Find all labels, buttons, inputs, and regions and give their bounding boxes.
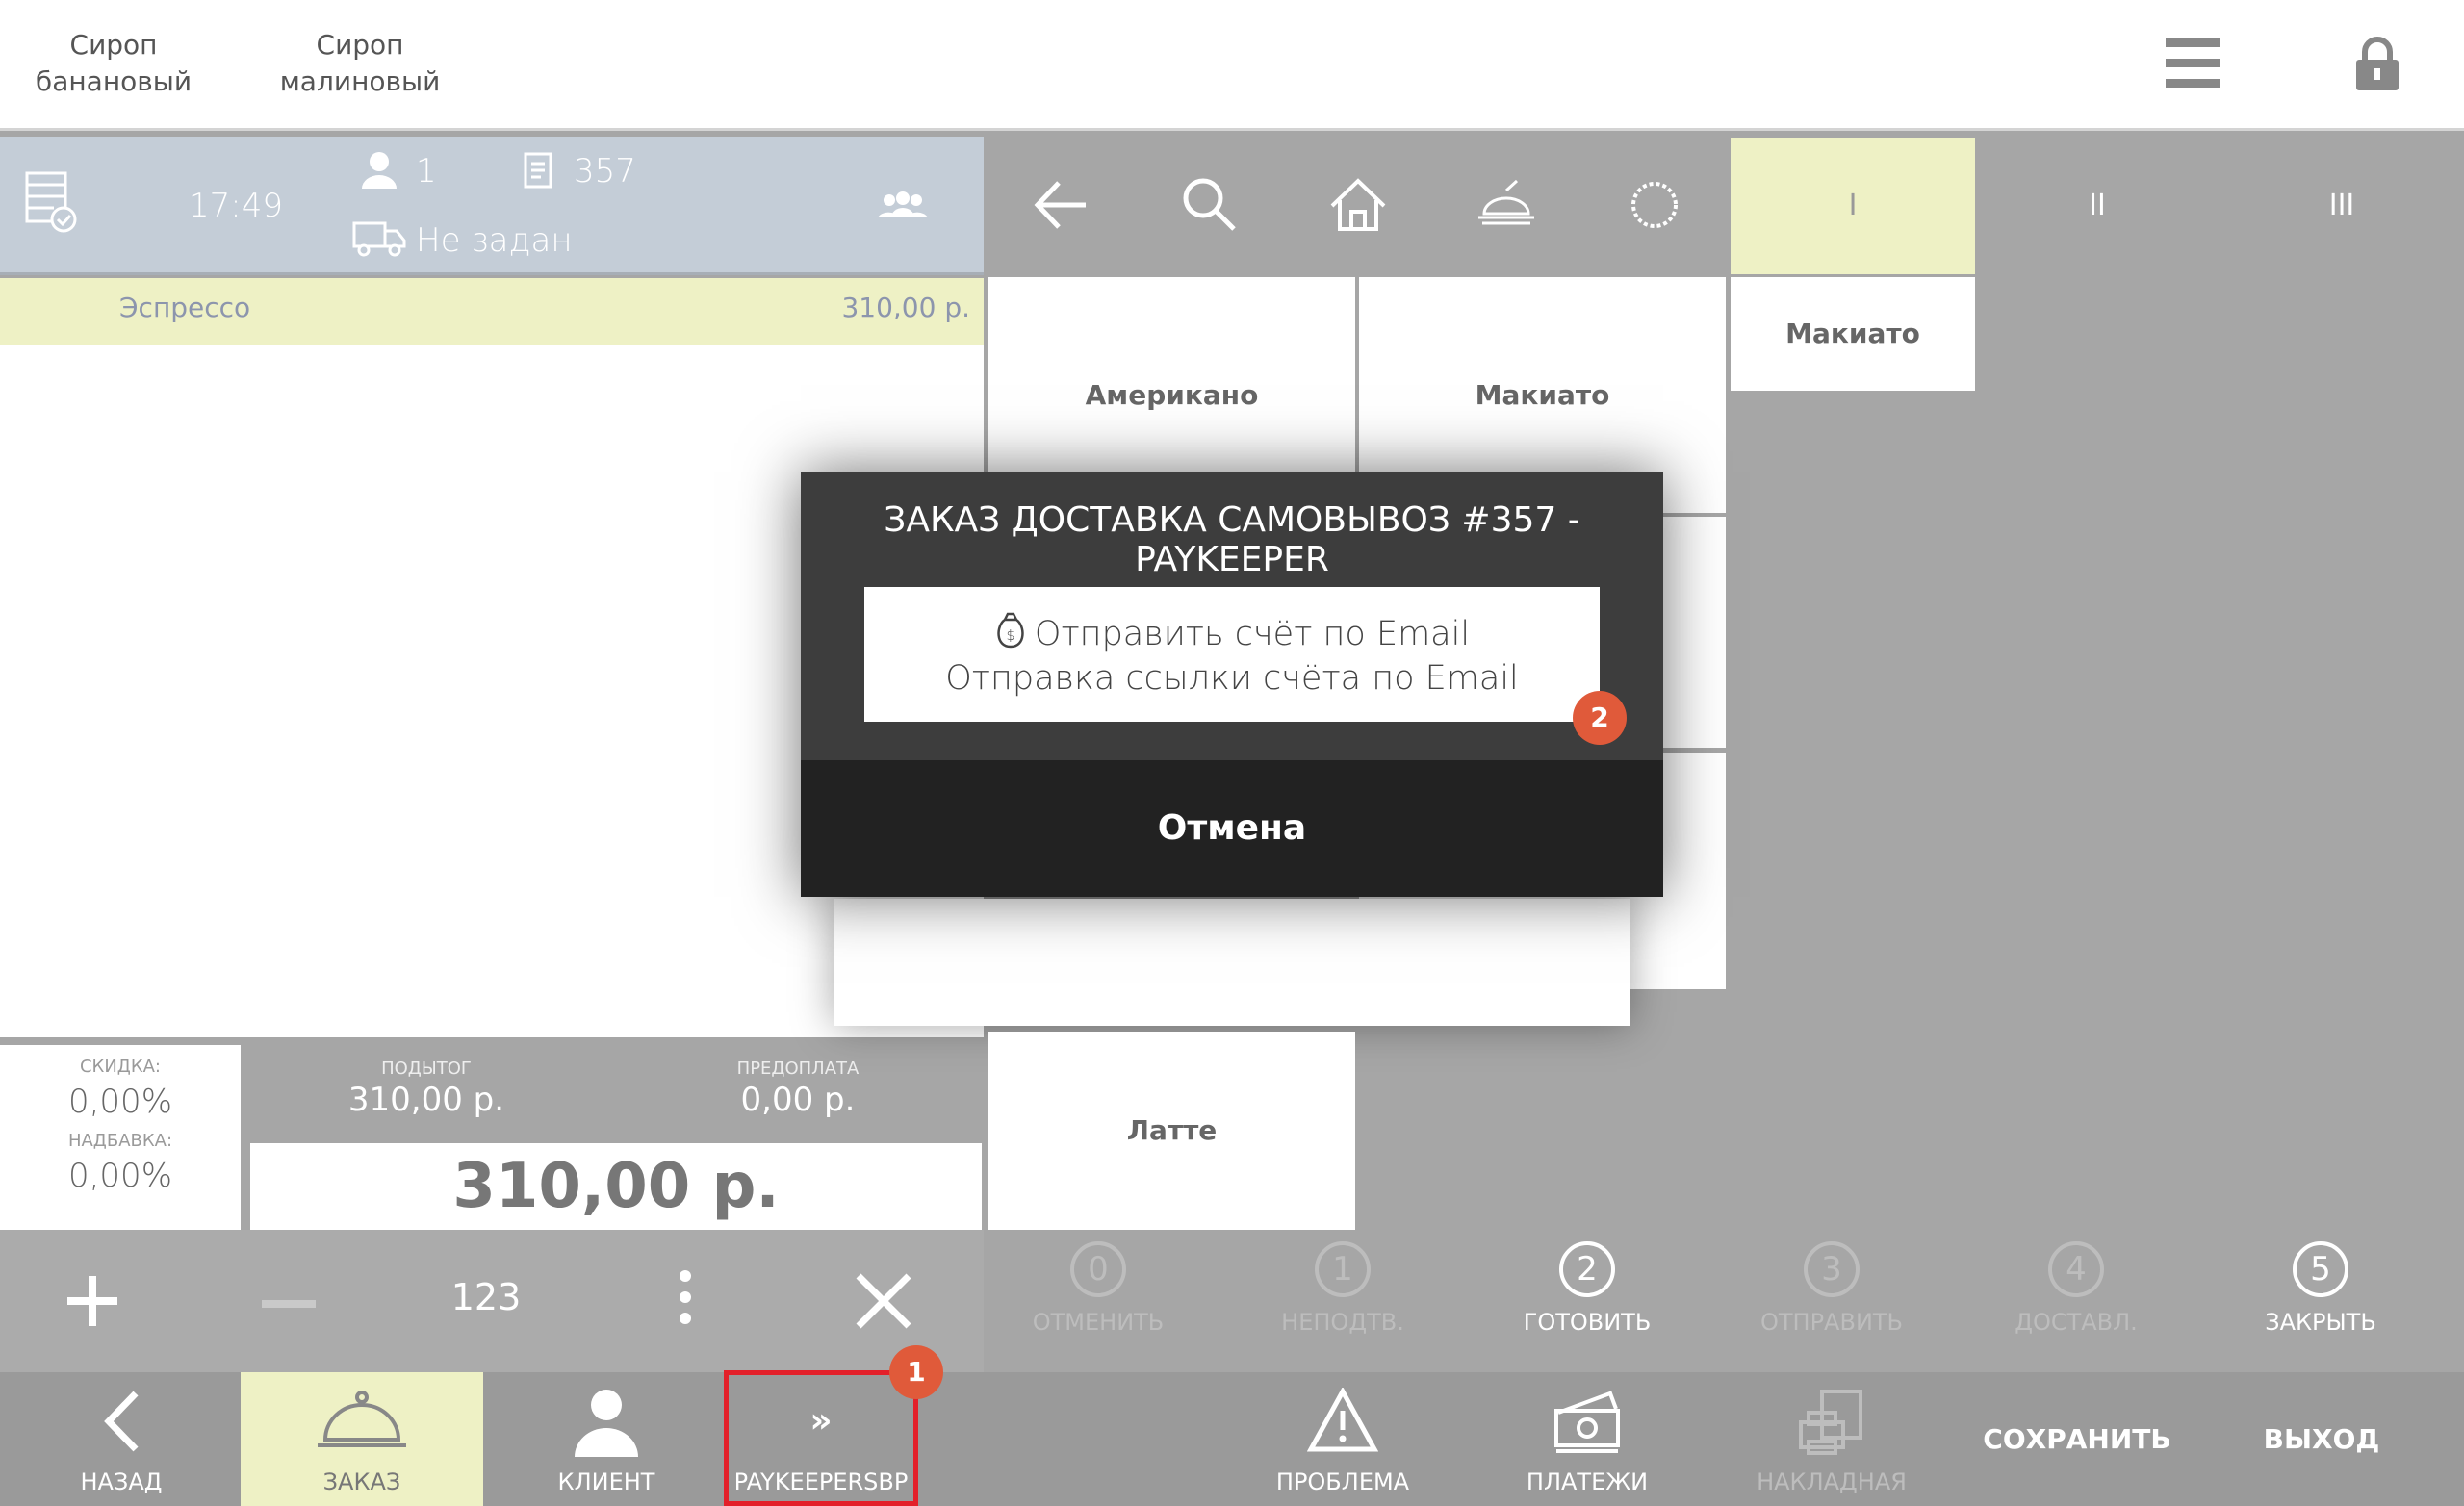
markup-label: НАДБАВКА: (67, 1131, 173, 1151)
cancel-button[interactable]: Отмена (801, 760, 1663, 897)
minus-icon[interactable] (262, 1295, 316, 1314)
cash-register-icon (1554, 1391, 1620, 1453)
order-time: 17:49 (189, 187, 283, 225)
nav-back[interactable]: НАЗАД (0, 1372, 243, 1506)
discount-panel[interactable]: СКИДКА: 0,00% НАДБАВКА: 0,00% (0, 1045, 241, 1230)
close-icon[interactable] (855, 1272, 912, 1334)
back-arrow-icon[interactable] (1028, 171, 1095, 239)
nav-label: ПРОБЛЕМА (1275, 1468, 1410, 1495)
order-item-name: Эспрессо (119, 292, 251, 323)
plus-icon[interactable] (64, 1272, 121, 1334)
status-unconfirmed[interactable]: 1 НЕПОДТВ. (1246, 1241, 1439, 1336)
prepay-value: 0,00 р. (740, 1081, 856, 1119)
guest-icon (360, 150, 398, 192)
status-send[interactable]: 3 ОТПРАВИТЬ (1735, 1241, 1928, 1336)
order-list-icon[interactable] (25, 171, 79, 239)
tab-3[interactable]: III (2220, 138, 2464, 274)
printer-icon (1799, 1390, 1862, 1455)
guest-count: 1 (416, 152, 437, 191)
status-number: 5 (2293, 1241, 2348, 1297)
send-invoice-email-button[interactable]: $ Отправить счёт по Email Отправка ссылки… (864, 587, 1600, 722)
nav-payments[interactable]: ПЛАТЕЖИ (1466, 1372, 1708, 1506)
quantity-input-button[interactable]: 123 (424, 1276, 549, 1318)
subtotal-panel: ПОДЫТОГ 310,00 р. ПРЕДОПЛАТА 0,00 р. (248, 1045, 984, 1141)
subtotal-label: ПОДЫТОГ (381, 1059, 472, 1079)
nav-client[interactable]: КЛИЕНТ (485, 1372, 728, 1506)
menu-tile-latte[interactable]: Латте (988, 1032, 1355, 1230)
nav-label: ЗАКАЗ (322, 1468, 401, 1495)
chevron-left-icon (104, 1391, 139, 1452)
receipt-icon (524, 152, 552, 192)
search-icon[interactable] (1176, 171, 1244, 239)
hamburger-icon[interactable] (2166, 38, 2220, 89)
menu-tile-makiato-right[interactable]: Макиато (1731, 277, 1975, 391)
status-number: 3 (1804, 1241, 1860, 1297)
status-label: ОТМЕНИТЬ (1032, 1309, 1165, 1336)
status-number: 4 (2048, 1241, 2104, 1297)
step-badge-2: 2 (1573, 691, 1627, 745)
status-number: 0 (1070, 1241, 1126, 1297)
loading-spinner-icon[interactable] (1621, 171, 1688, 239)
guests-group-icon[interactable] (876, 191, 930, 225)
status-label: ДОСТАВЛ. (2015, 1309, 2138, 1336)
nav-problem[interactable]: ПРОБЛЕМА (1221, 1372, 1464, 1506)
nav-invoice[interactable]: НАКЛАДНАЯ (1710, 1372, 1953, 1506)
more-vertical-icon[interactable] (674, 1268, 697, 1330)
delivery-status[interactable]: Не задан (416, 221, 573, 260)
lock-icon[interactable] (2353, 37, 2401, 92)
home-icon[interactable] (1324, 171, 1392, 239)
highlight-box (724, 1370, 918, 1506)
kitchen-icon[interactable] (1473, 171, 1540, 239)
status-label: ОТПРАВИТЬ (1759, 1309, 1904, 1336)
order-item-price: 310,00 р. (841, 292, 970, 323)
dialog-title: ЗАКАЗ ДОСТАВКА САМОВЫВОЗ #357 - PAYKEEPE… (884, 500, 1580, 579)
modifier-syrup-raspberry[interactable]: Сироп малиновый (264, 27, 456, 100)
order-item-row[interactable]: Эспрессо 310,00 р. (0, 278, 984, 345)
markup-value: 0,00% (67, 1157, 172, 1195)
money-bag-icon: $ (997, 612, 1024, 649)
exit-button[interactable]: ВЫХОД (2199, 1372, 2444, 1506)
nav-label: НАКЛАДНАЯ (1757, 1468, 1907, 1495)
status-label: НЕПОДТВ. (1281, 1309, 1404, 1336)
nav-label: НАЗАД (80, 1468, 163, 1495)
tab-2[interactable]: II (1975, 138, 2220, 274)
delivery-truck-icon[interactable] (352, 219, 406, 262)
nav-label: КЛИЕНТ (557, 1468, 655, 1495)
status-label: ГОТОВИТЬ (1523, 1309, 1652, 1336)
order-total: 310,00 р. (250, 1143, 982, 1230)
svg-text:$: $ (1006, 628, 1014, 644)
status-number: 1 (1315, 1241, 1371, 1297)
menu-tile[interactable] (834, 899, 1630, 1026)
prepay-label: ПРЕДОПЛАТА (736, 1059, 860, 1079)
send-invoice-subtitle: Отправка ссылки счёта по Email (945, 659, 1519, 698)
save-button[interactable]: СОХРАНИТЬ (1955, 1372, 2199, 1506)
user-icon (575, 1390, 638, 1457)
step-badge-1: 1 (889, 1345, 943, 1399)
nav-label: ПЛАТЕЖИ (1526, 1468, 1649, 1495)
warning-icon (1307, 1388, 1378, 1452)
status-label: ЗАКРЫТЬ (2265, 1309, 2376, 1336)
discount-label: СКИДКА: (79, 1057, 162, 1077)
send-invoice-line1: $ Отправить счёт по Email (864, 612, 1600, 653)
status-delivered[interactable]: 4 ДОСТАВЛ. (1980, 1241, 2172, 1336)
modifier-syrup-banana[interactable]: Сироп банановый (17, 27, 210, 100)
status-number: 2 (1559, 1241, 1615, 1297)
status-cancel[interactable]: 0 ОТМЕНИТЬ (1002, 1241, 1194, 1336)
order-number: 357 (574, 152, 636, 191)
tab-1[interactable]: I (1731, 138, 1975, 274)
status-close[interactable]: 5 ЗАКРЫТЬ (2224, 1241, 2417, 1336)
discount-value: 0,00% (67, 1083, 172, 1121)
cloche-icon (318, 1391, 406, 1447)
nav-order[interactable]: ЗАКАЗ (241, 1372, 483, 1506)
send-invoice-title: Отправить счёт по Email (1034, 615, 1471, 653)
status-cook[interactable]: 2 ГОТОВИТЬ (1491, 1241, 1683, 1336)
subtotal-value: 310,00 р. (347, 1081, 505, 1119)
